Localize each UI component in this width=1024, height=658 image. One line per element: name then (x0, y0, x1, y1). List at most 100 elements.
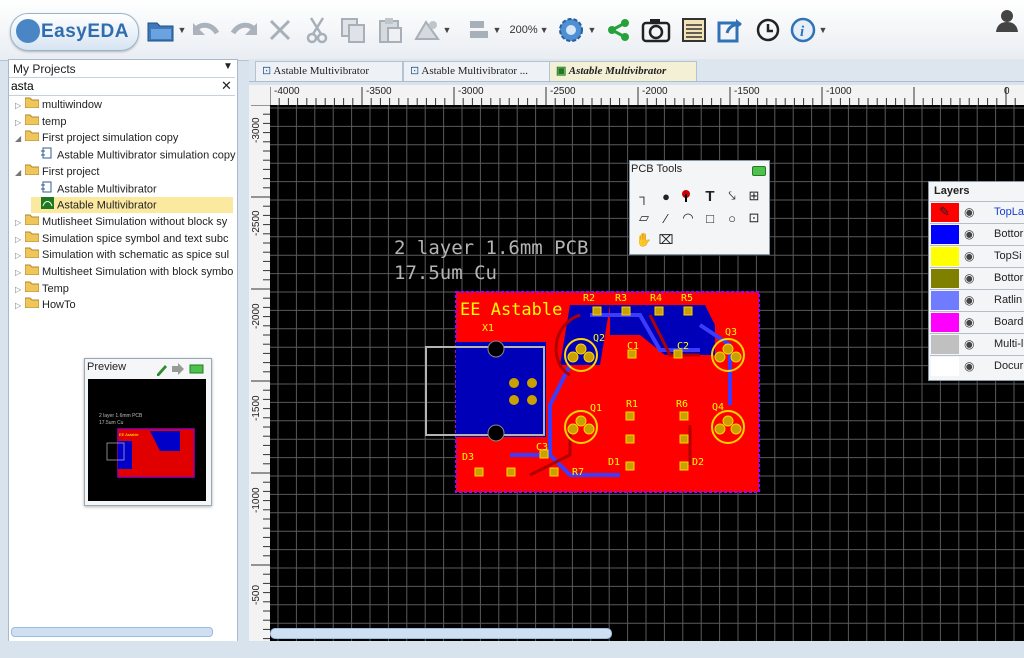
search-input[interactable] (11, 79, 211, 93)
left-panel-scrollbar[interactable] (11, 627, 213, 637)
dimension-tool-icon[interactable]: ⁄ (656, 208, 676, 228)
edit-icon[interactable] (157, 365, 167, 376)
via-tool-icon[interactable] (678, 186, 698, 206)
route-button[interactable]: ▼ (409, 14, 455, 46)
visibility-eye-icon[interactable]: ◉ (964, 315, 974, 329)
tree-item[interactable]: ▷ Multisheet Simulation with block symbo (15, 264, 233, 280)
layer-color-swatch[interactable] (931, 247, 959, 266)
pad-tool-icon[interactable]: ● (656, 186, 676, 206)
expand-toggle-icon[interactable]: ▷ (15, 232, 25, 248)
layer-color-swatch[interactable] (931, 269, 959, 288)
visibility-eye-icon[interactable]: ◉ (964, 271, 974, 285)
image-tool-icon[interactable]: ⊞ (744, 186, 764, 206)
redo-button[interactable] (227, 14, 261, 46)
info-button[interactable]: i ▼ (787, 14, 829, 46)
track-tool-icon[interactable]: ┐ (634, 186, 654, 206)
visibility-eye-icon[interactable]: ◉ (964, 359, 974, 373)
tab-schematic-2[interactable]: ⊡ Astable Multivibrator ... (403, 61, 551, 81)
cut-button[interactable] (301, 14, 333, 46)
layer-name: Multi-l (994, 338, 1024, 350)
tree-item[interactable]: ▷ Temp (15, 281, 233, 297)
tree-item[interactable]: Astable Multivibrator (31, 181, 233, 197)
forward-icon[interactable] (172, 363, 184, 375)
circle-tool-icon[interactable]: ○ (722, 208, 742, 228)
expand-toggle-icon[interactable]: ▷ (15, 215, 25, 231)
visibility-eye-icon[interactable]: ◉ (964, 293, 974, 307)
history-button[interactable] (751, 14, 785, 46)
settings-button[interactable]: ▼ (553, 14, 599, 46)
share-button[interactable] (603, 14, 635, 46)
expand-toggle-icon[interactable]: ▷ (15, 298, 25, 314)
expand-toggle-icon[interactable]: ◢ (15, 165, 25, 181)
layer-row[interactable]: ◉ Multi-l (930, 333, 1024, 355)
align-button[interactable]: ▼ (464, 14, 504, 46)
tab-schematic-1[interactable]: ⊡ Astable Multivibrator (255, 61, 403, 81)
folder-icon (24, 130, 40, 146)
layer-color-swatch[interactable]: ✎ (931, 203, 959, 222)
layer-color-swatch[interactable] (931, 335, 959, 354)
canvas-horizontal-scrollbar[interactable] (270, 628, 612, 639)
zoom-select[interactable]: 200% ▼ (507, 14, 551, 46)
layer-row[interactable]: ◉ Bottor (930, 267, 1024, 289)
screenshot-button[interactable] (638, 14, 674, 46)
undo-button[interactable] (189, 14, 223, 46)
visibility-eye-icon[interactable]: ◉ (964, 337, 974, 351)
tree-item[interactable]: ▷ Simulation spice symbol and text subc (15, 231, 233, 247)
project-select[interactable]: My Projects ▼ (9, 60, 235, 78)
tree-item[interactable]: ▷ temp (15, 114, 233, 130)
bom-button[interactable] (677, 14, 711, 46)
tree-item[interactable]: ▷ multiwindow (15, 97, 233, 113)
visibility-eye-icon[interactable]: ◉ (964, 249, 974, 263)
clear-search-icon[interactable]: ✕ (221, 78, 232, 94)
copper-area-tool-icon[interactable]: ▱ (634, 208, 654, 228)
visibility-eye-icon[interactable]: ◉ (964, 205, 974, 219)
expand-toggle-icon[interactable]: ▷ (15, 98, 25, 114)
layer-row[interactable]: ◉ Bottor (930, 223, 1024, 245)
copy-icon (341, 18, 365, 43)
tree-item[interactable]: ◢ First project simulation copy (15, 130, 233, 146)
expand-toggle-icon[interactable]: ▷ (15, 248, 25, 264)
layer-row[interactable]: ◉ Board (930, 311, 1024, 333)
text-tool-icon[interactable]: T (700, 186, 720, 206)
user-button[interactable] (994, 4, 1020, 36)
layer-row[interactable]: ◉ Docur (930, 355, 1024, 377)
expand-toggle-icon[interactable]: ▷ (15, 115, 25, 131)
tree-item[interactable]: Astable Multivibrator simulation copy (31, 147, 236, 163)
expand-toggle-icon[interactable]: ▷ (15, 265, 25, 281)
no-connect-tool-icon[interactable]: ⌧ (656, 230, 676, 250)
rectangle-tool-icon[interactable]: □ (700, 208, 720, 228)
info-icon: i (790, 17, 815, 43)
copy-button[interactable] (336, 14, 370, 46)
tree-item[interactable]: ▷ Mutlisheet Simulation without block sy (15, 214, 233, 230)
tab-label: Astable Multivibrator (273, 65, 369, 77)
layer-color-swatch[interactable] (931, 225, 959, 244)
canvas-origin-tool-icon[interactable]: ⊡ (744, 208, 764, 228)
expand-toggle-icon[interactable]: ◢ (15, 131, 25, 147)
delete-button[interactable] (265, 14, 295, 46)
tree-item[interactable]: Astable Multivibrator (31, 197, 233, 214)
bottom-copper-connector (456, 342, 546, 437)
paste-button[interactable] (373, 14, 407, 46)
restore-icon[interactable] (189, 364, 204, 374)
tree-item[interactable]: ▷ HowTo (15, 297, 233, 313)
layer-color-swatch[interactable] (931, 313, 959, 332)
open-file-button[interactable]: ▼ (145, 14, 187, 46)
layer-row[interactable]: ◉ TopSi (930, 245, 1024, 267)
minimize-icon[interactable] (752, 166, 766, 176)
layer-row[interactable]: ✎ ◉ TopLa (930, 201, 1024, 223)
layer-name: Bottor (994, 228, 1024, 240)
tree-item[interactable]: ▷ Simulation with schematic as spice sul (15, 247, 233, 263)
arc-tool-icon[interactable]: ◠ (678, 208, 698, 228)
pan-hand-icon[interactable]: ✋ (634, 230, 654, 250)
layer-row[interactable]: ◉ Ratlin (930, 289, 1024, 311)
visibility-eye-icon[interactable]: ◉ (964, 227, 974, 241)
export-button[interactable] (713, 14, 747, 46)
layer-color-swatch[interactable] (931, 357, 959, 376)
arc-route-tool-icon[interactable]: ⤥ (722, 186, 742, 206)
layer-color-swatch[interactable] (931, 291, 959, 310)
tab-pcb-active[interactable]: ▣ Astable Multivibrator (549, 61, 697, 81)
layer-name: Bottor (994, 272, 1024, 284)
tree-item[interactable]: ◢ First project (15, 164, 233, 180)
expand-toggle-icon[interactable]: ▷ (15, 282, 25, 298)
layer-name: Docur (994, 360, 1024, 372)
